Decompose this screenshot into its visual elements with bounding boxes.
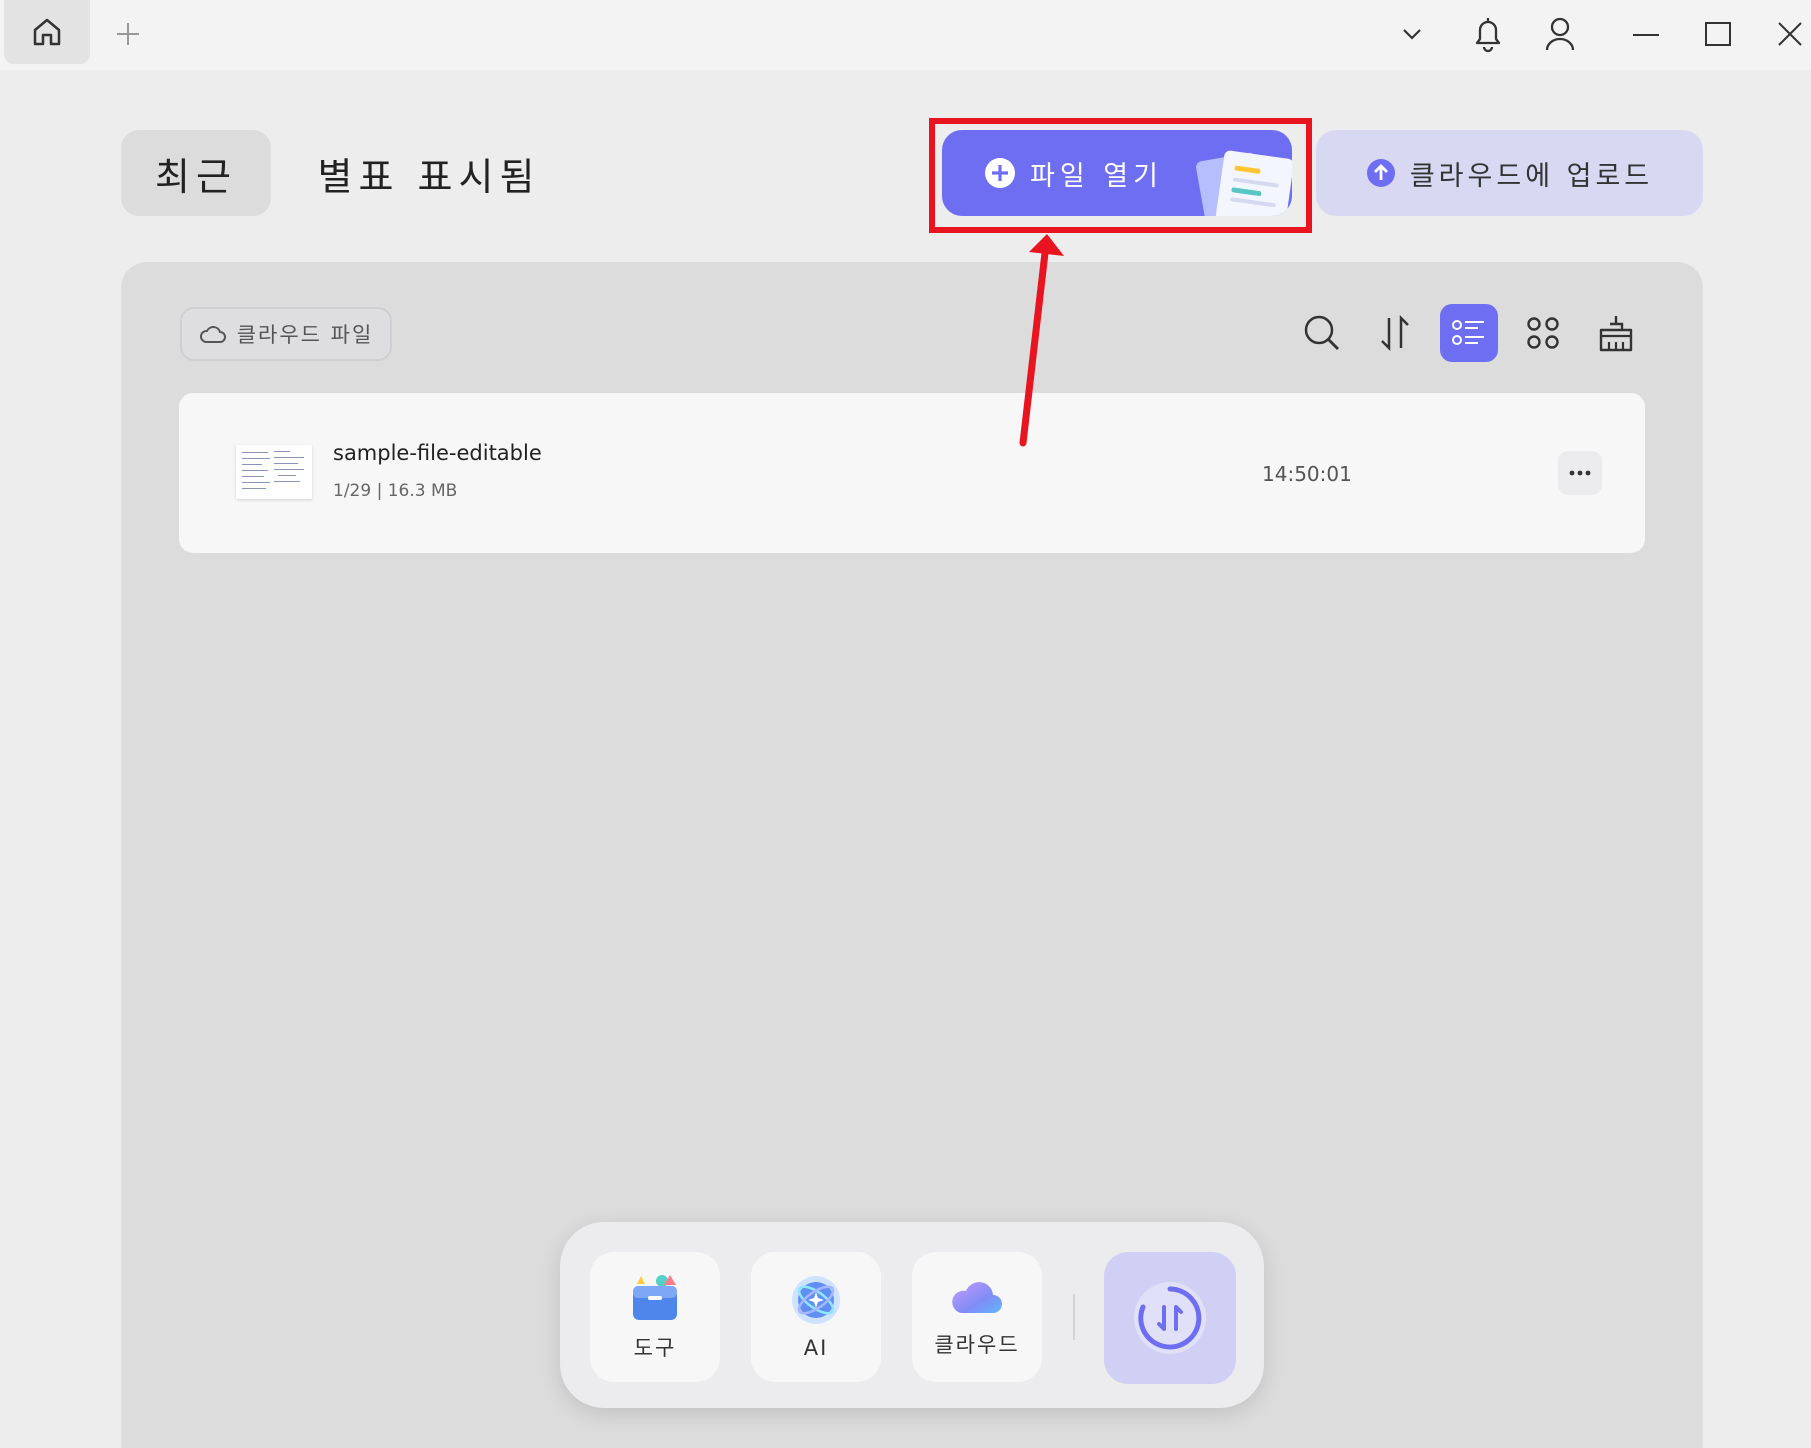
tab-recent-label: 최근 <box>155 154 237 199</box>
home-tab[interactable] <box>4 0 90 64</box>
close-button[interactable] <box>1772 16 1808 52</box>
sort-icon <box>1381 314 1409 352</box>
file-thumbnail <box>236 445 312 499</box>
title-bar <box>0 0 1811 70</box>
minimize-button[interactable] <box>1628 16 1664 52</box>
ai-orb-icon <box>792 1276 840 1324</box>
file-meta: 1/29 | 16.3 MB <box>333 481 458 501</box>
cloud-files-filter[interactable]: 클라우드 파일 <box>180 307 392 361</box>
highlight-box <box>929 118 1312 233</box>
toolbox-icon <box>633 1275 677 1320</box>
dock-tools-button[interactable]: 도구 <box>590 1252 720 1382</box>
bottom-dock: 도구 AI 클라우드 <box>560 1222 1264 1408</box>
tab-recent[interactable]: 최근 <box>121 130 271 216</box>
close-icon <box>1778 22 1802 46</box>
dock-convert-button[interactable] <box>1104 1252 1236 1384</box>
cloud-color-icon <box>952 1282 1002 1313</box>
cloud-icon <box>199 326 226 343</box>
new-tab-button[interactable] <box>112 14 144 54</box>
more-icon <box>1569 470 1591 476</box>
search-icon <box>1304 315 1339 350</box>
user-icon <box>1545 17 1575 51</box>
cloud-files-label: 클라우드 파일 <box>236 323 374 347</box>
grid-view-icon <box>1527 317 1559 349</box>
home-icon <box>33 18 61 46</box>
upload-circle-icon <box>1366 159 1395 187</box>
tab-starred[interactable]: 별표 표시됨 <box>314 130 544 216</box>
dock-separator <box>1073 1294 1075 1340</box>
upload-cloud-label: 클라우드에 업로드 <box>1409 160 1654 192</box>
convert-cycle-icon <box>1134 1282 1206 1354</box>
tab-starred-label: 별표 표시됨 <box>317 154 541 199</box>
plus-icon <box>117 23 139 45</box>
file-name: sample-file-editable <box>333 441 542 465</box>
grid-view-button[interactable] <box>1514 304 1572 362</box>
sort-button[interactable] <box>1366 304 1424 362</box>
account-button[interactable] <box>1540 12 1580 56</box>
notifications-button[interactable] <box>1468 12 1508 56</box>
file-more-button[interactable] <box>1558 451 1602 495</box>
list-view-icon <box>1452 320 1484 345</box>
minimize-icon <box>1633 34 1659 36</box>
dock-cloud-label: 클라우드 <box>934 1333 1020 1357</box>
file-time: 14:50:01 <box>1262 462 1352 486</box>
clean-button[interactable] <box>1587 304 1645 362</box>
dock-ai-button[interactable]: AI <box>751 1252 881 1382</box>
dropdown-button[interactable] <box>1398 16 1426 52</box>
search-button[interactable] <box>1293 304 1351 362</box>
file-row[interactable]: sample-file-editable 1/29 | 16.3 MB 14:5… <box>179 393 1645 553</box>
maximize-icon <box>1705 22 1731 46</box>
maximize-button[interactable] <box>1700 16 1736 52</box>
dock-cloud-button[interactable]: 클라우드 <box>912 1252 1042 1382</box>
dock-tools-label: 도구 <box>633 1336 677 1360</box>
bell-icon <box>1475 18 1501 53</box>
dock-ai-label: AI <box>803 1336 829 1360</box>
upload-cloud-button[interactable]: 클라우드에 업로드 <box>1316 130 1703 216</box>
list-view-button[interactable] <box>1440 304 1498 362</box>
clean-icon <box>1599 316 1633 352</box>
chevron-down-icon <box>1403 29 1421 40</box>
